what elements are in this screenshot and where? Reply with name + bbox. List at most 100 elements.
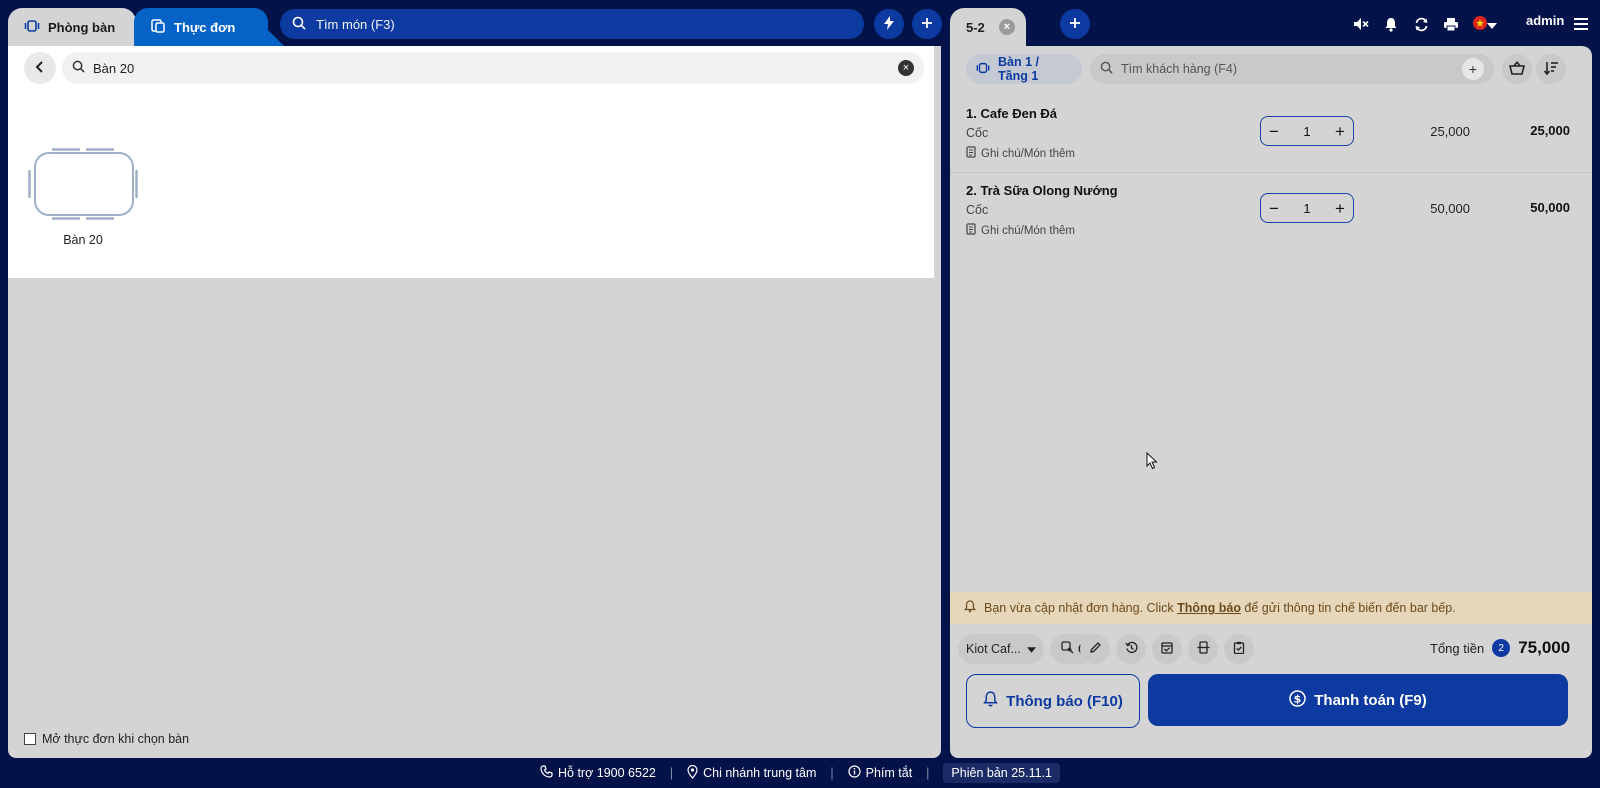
quantity-stepper[interactable]: − 1 +: [1260, 116, 1354, 146]
table-label: Bàn 20: [63, 233, 103, 247]
status-bar: Hỗ trợ 1900 6522 | Chi nhánh trung tâm |…: [0, 758, 1600, 788]
pay-button-label: Thanh toán (F9): [1314, 691, 1427, 709]
notify-button-label: Thông báo (F10): [1006, 692, 1123, 710]
table-icon: [24, 18, 40, 37]
history-button[interactable]: [1116, 634, 1146, 664]
schedule-button[interactable]: [1152, 634, 1182, 664]
notify-kitchen-button[interactable]: Thông báo (F10): [966, 674, 1140, 728]
notice-link[interactable]: Thông báo: [1177, 601, 1241, 615]
caret-down-icon: [1487, 17, 1497, 32]
dollar-circle-icon: $: [1289, 689, 1306, 711]
notice-text-after: để gửi thông tin chế biến đến bar bếp.: [1240, 601, 1456, 615]
shortcuts-text: Phím tắt: [865, 766, 913, 780]
printer-icon[interactable]: [1442, 15, 1460, 33]
item-price[interactable]: 25,000: [1396, 124, 1470, 139]
tab-menu[interactable]: Thực đơn: [134, 8, 268, 46]
bell-icon[interactable]: [1382, 15, 1400, 33]
chevron-left-icon: [35, 60, 45, 77]
quick-order-button[interactable]: [874, 9, 904, 39]
add-item-button[interactable]: [912, 9, 942, 39]
item-unit: Cốc: [966, 126, 989, 140]
open-menu-label: Mở thực đơn khi chọn bàn: [42, 732, 190, 746]
lightning-icon: [883, 15, 895, 33]
separator: |: [926, 766, 930, 780]
item-unit: Cốc: [966, 203, 989, 217]
split-order-button[interactable]: [1188, 634, 1218, 664]
order-line[interactable]: 2. Trà Sữa Olong Nướng Cốc Ghi chú/Món t…: [966, 173, 1586, 249]
item-total: 25,000: [1530, 123, 1570, 138]
order-tab-label: 5-2: [966, 19, 985, 35]
sort-button[interactable]: [1536, 54, 1566, 84]
plus-icon: [921, 17, 933, 32]
order-line[interactable]: 1. Cafe Đen Đá Cốc Ghi chú/Món thêm − 1 …: [966, 96, 1586, 172]
quantity-stepper[interactable]: − 1 +: [1260, 193, 1354, 223]
plus-icon[interactable]: +: [1335, 123, 1345, 140]
guest-icon: [1061, 641, 1074, 657]
close-tab-icon[interactable]: ×: [998, 19, 1015, 35]
tab-rooms[interactable]: Phòng bàn: [8, 8, 136, 46]
clipboard-check-icon: [1233, 641, 1245, 657]
quantity-value[interactable]: 1: [1303, 124, 1310, 139]
item-total: 50,000: [1530, 200, 1570, 215]
item-note-label: Ghi chú/Món thêm: [981, 147, 1075, 160]
quantity-value[interactable]: 1: [1303, 201, 1310, 216]
location-pin-icon: [687, 764, 698, 782]
pencil-icon: [1089, 641, 1102, 657]
table-search-input[interactable]: Bàn 20 ×: [62, 52, 924, 84]
pay-button[interactable]: $ Thanh toán (F9): [1148, 674, 1568, 726]
table-chip-label: Bàn 1 / Tầng 1: [998, 55, 1039, 83]
calendar-check-icon: [1161, 641, 1173, 657]
svg-text:$: $: [1294, 692, 1302, 705]
note-icon: [966, 146, 976, 161]
support-link[interactable]: Hỗ trợ 1900 6522: [540, 765, 656, 781]
minus-icon[interactable]: −: [1269, 123, 1279, 140]
tab-rooms-label: Phòng bàn: [48, 19, 116, 35]
new-order-button[interactable]: [1060, 9, 1090, 39]
menu-search-input[interactable]: Tìm món (F3): [280, 9, 864, 39]
clipboard-button[interactable]: [1224, 634, 1254, 664]
menu-icon: [150, 18, 166, 37]
language-selector[interactable]: [1470, 15, 1500, 33]
add-customer-button[interactable]: +: [1462, 58, 1484, 80]
history-icon: [1124, 641, 1138, 657]
item-note-link[interactable]: Ghi chú/Món thêm: [966, 146, 1075, 161]
user-name[interactable]: admin: [1526, 13, 1564, 28]
item-count-badge: 2: [1492, 639, 1511, 657]
branch-text: Chi nhánh trung tâm: [703, 766, 817, 780]
price-list-select[interactable]: Kiot Caf...: [958, 634, 1044, 664]
back-button[interactable]: [24, 52, 56, 84]
checkbox[interactable]: [24, 733, 36, 745]
note-icon: [966, 223, 976, 238]
mouse-cursor-icon: [1146, 451, 1158, 473]
hamburger-menu-icon[interactable]: [1572, 15, 1590, 33]
version-label: Phiên bản 25.11.1: [943, 763, 1060, 783]
customer-search-input[interactable]: Tìm khách hàng (F4) +: [1090, 54, 1494, 84]
order-panel: Bàn 1 / Tầng 1 Tìm khách hàng (F4) + 1. …: [950, 46, 1592, 758]
support-text: Hỗ trợ 1900 6522: [558, 766, 656, 780]
clear-search-icon[interactable]: ×: [898, 60, 914, 76]
item-note-link[interactable]: Ghi chú/Món thêm: [966, 223, 1075, 238]
table-chip[interactable]: Bàn 1 / Tầng 1: [966, 54, 1082, 84]
open-menu-checkbox[interactable]: Mở thực đơn khi chọn bàn: [24, 732, 189, 746]
branch-link[interactable]: Chi nhánh trung tâm: [687, 764, 817, 782]
plus-icon[interactable]: +: [1335, 200, 1345, 217]
basket-button[interactable]: [1502, 54, 1532, 84]
flag-vn-icon: [1473, 15, 1487, 33]
table-tile[interactable]: Bàn 20: [28, 148, 138, 247]
item-price[interactable]: 50,000: [1396, 201, 1470, 216]
bell-icon: [983, 691, 999, 711]
shortcuts-link[interactable]: Phím tắt: [848, 765, 913, 781]
mute-icon[interactable]: [1352, 15, 1370, 33]
edit-button[interactable]: [1080, 634, 1110, 664]
sync-icon[interactable]: [1412, 15, 1430, 33]
caret-down-icon: [1027, 642, 1036, 656]
item-name: 1. Cafe Đen Đá: [966, 106, 1058, 121]
separator: |: [830, 766, 834, 780]
notice-text-before: Bạn vừa cập nhật đơn hàng. Click: [984, 601, 1178, 615]
phone-icon: [540, 765, 553, 781]
order-tab[interactable]: 5-2 ×: [950, 8, 1026, 46]
minus-icon[interactable]: −: [1269, 200, 1279, 217]
customer-search-placeholder: Tìm khách hàng (F4): [1121, 62, 1238, 76]
item-note-label: Ghi chú/Món thêm: [981, 224, 1075, 237]
order-total: Tổng tiền 2 75,000: [1430, 638, 1570, 658]
